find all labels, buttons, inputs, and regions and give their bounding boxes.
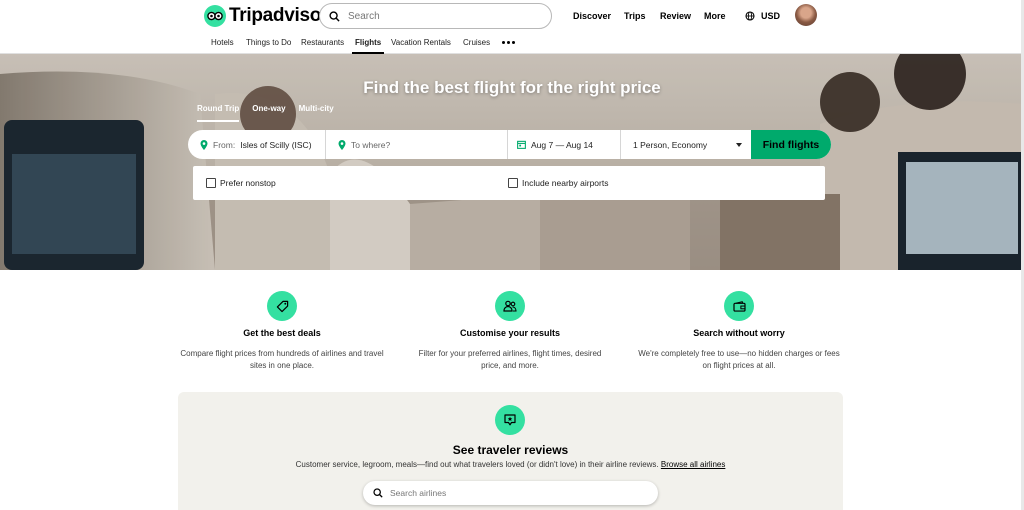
nearby-airports-checkbox[interactable]: [508, 178, 518, 188]
owl-logo-icon: [204, 5, 226, 27]
more-dots-icon[interactable]: [502, 41, 515, 44]
globe-icon: [745, 11, 755, 21]
search-icon: [373, 488, 383, 498]
airline-search-box[interactable]: [363, 481, 658, 505]
wallet-icon: [724, 291, 754, 321]
tab-round-trip[interactable]: Round Trip: [197, 104, 240, 122]
location-pin-icon: [200, 139, 208, 150]
brand-name: Tripadvisor: [229, 5, 329, 26]
site-search-input[interactable]: [348, 10, 528, 22]
dates-value: Aug 7 — Aug 14: [531, 139, 593, 150]
find-flights-button[interactable]: Find flights: [751, 130, 831, 159]
tripadvisor-logo[interactable]: Tripadvisor: [204, 4, 328, 28]
traveler-reviews-panel: See traveler reviews Customer service, l…: [178, 392, 843, 510]
dates-field[interactable]: Aug 7 — Aug 14: [508, 130, 621, 159]
trip-type-tabs: Round Trip One-way Multi-city: [197, 104, 334, 122]
search-icon: [329, 10, 340, 22]
prefer-nonstop-label: Prefer nonstop: [220, 178, 276, 188]
feature-title: Get the best deals: [243, 328, 321, 338]
category-hotels[interactable]: Hotels: [211, 32, 234, 54]
nearby-airports-option[interactable]: Include nearby airports: [508, 178, 608, 188]
top-header: Tripadvisor Discover Trips Review More U…: [0, 0, 1024, 32]
nav-review[interactable]: Review: [660, 0, 691, 32]
feature-no-worry: Search without worry We're completely fr…: [629, 291, 849, 372]
nav-trips[interactable]: Trips: [624, 0, 646, 32]
feature-description: We're completely free to use—no hidden c…: [638, 349, 840, 370]
review-bubble-icon: [495, 405, 525, 435]
hero-title: Find the best flight for the right price: [363, 78, 661, 97]
tag-icon: [267, 291, 297, 321]
category-nav: Hotels Things to Do Restaurants Flights …: [0, 32, 1024, 54]
nav-more[interactable]: More: [704, 0, 726, 32]
chevron-down-icon: [736, 143, 742, 147]
feature-description: Filter for your preferred airlines, flig…: [418, 349, 602, 370]
category-restaurants[interactable]: Restaurants: [301, 32, 344, 54]
people-icon: [495, 291, 525, 321]
feature-title: Search without worry: [693, 328, 785, 338]
feature-title: Customise your results: [459, 328, 561, 338]
airline-search-input[interactable]: [390, 488, 630, 498]
search-options-panel: Prefer nonstop Include nearby airports: [193, 166, 825, 200]
from-value: Isles of Scilly (ISC): [240, 139, 312, 150]
prefer-nonstop-option[interactable]: Prefer nonstop: [206, 178, 276, 188]
reviews-title: See traveler reviews: [452, 443, 569, 457]
reviews-subtitle-text: Customer service, legroom, meals—find ou…: [295, 460, 659, 469]
travelers-field[interactable]: 1 Person, Economy: [621, 130, 751, 159]
to-placeholder: To where?: [351, 139, 391, 150]
category-vacation-rentals[interactable]: Vacation Rentals: [391, 32, 451, 54]
feature-customise: Customise your results Filter for your p…: [400, 291, 620, 372]
nearby-airports-label: Include nearby airports: [522, 178, 609, 188]
tab-one-way[interactable]: One-way: [252, 104, 285, 122]
flight-search-bar: From: Isles of Scilly (ISC) To where? Au…: [188, 130, 831, 159]
category-flights[interactable]: Flights: [352, 32, 385, 54]
tab-multi-city[interactable]: Multi-city: [299, 104, 334, 122]
from-field[interactable]: From: Isles of Scilly (ISC): [188, 130, 326, 159]
currency-label: USD: [761, 11, 781, 21]
user-avatar[interactable]: [795, 4, 817, 26]
hero-banner: Find the best flight for the right price…: [0, 54, 1024, 270]
prefer-nonstop-checkbox[interactable]: [206, 178, 216, 188]
site-search-box[interactable]: [319, 3, 552, 29]
currency-selector[interactable]: USD: [745, 0, 780, 32]
travelers-value: 1 Person, Economy: [633, 139, 708, 150]
category-cruises[interactable]: Cruises: [463, 32, 490, 54]
from-label: From:: [213, 139, 236, 150]
category-things-to-do[interactable]: Things to Do: [246, 32, 291, 54]
location-pin-icon: [338, 139, 346, 150]
browse-airlines-link[interactable]: Browse all airlines: [661, 460, 725, 469]
feature-best-deals: Get the best deals Compare flight prices…: [172, 291, 392, 372]
feature-description: Compare flight prices from hundreds of a…: [180, 349, 384, 370]
to-field[interactable]: To where?: [326, 130, 508, 159]
calendar-icon: [517, 140, 526, 149]
reviews-subtitle: Customer service, legroom, meals—find ou…: [178, 460, 843, 469]
nav-discover[interactable]: Discover: [573, 0, 611, 32]
